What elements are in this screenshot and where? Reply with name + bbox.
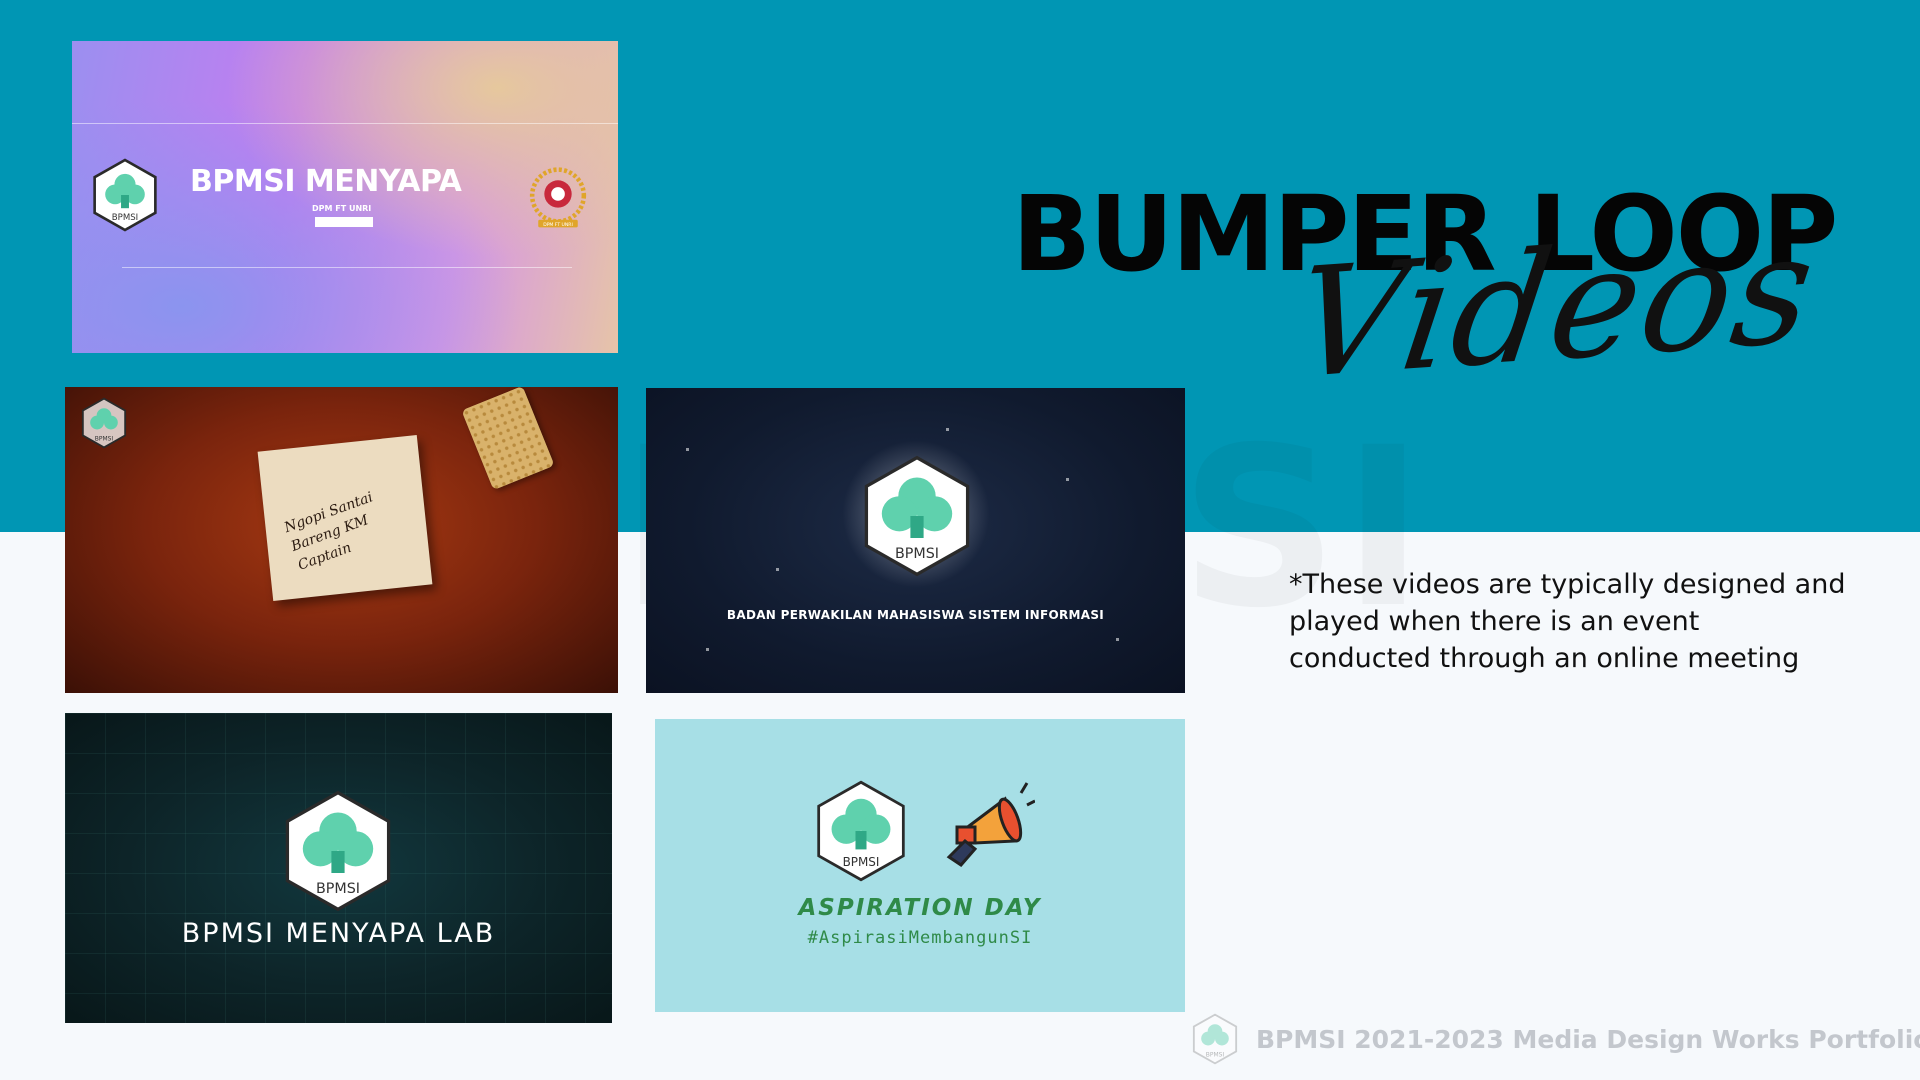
bpmsi-logo-icon: BPMSI <box>815 779 907 883</box>
thumbnail-caption: BADAN PERWAKILAN MAHASISWA SISTEM INFORM… <box>726 608 1105 622</box>
bpmsi-logo-icon: BPMSI <box>92 158 158 232</box>
footer-text: BPMSI 2021-2023 Media Design Works Portf… <box>1256 1024 1920 1054</box>
particle <box>946 428 949 431</box>
bpmsi-logo-icon: BPMSI <box>1192 1013 1238 1065</box>
particle <box>1066 478 1069 481</box>
video-thumbnail-ngopi-santai[interactable]: BPMSI Ngopi Santai Bareng KM Captain <box>65 387 618 693</box>
video-thumbnail-bpmsi-menyapa[interactable]: BPMSI BPMSI MENYAPA DPM FT UNRI DPM FT U… <box>72 41 618 353</box>
particle <box>706 648 709 651</box>
thumbnail-hashtag: #AspirasiMembangunSI <box>807 928 1033 948</box>
cracker-image <box>461 387 555 491</box>
dpm-emblem-icon: DPM FT UNRI <box>520 159 596 235</box>
glitch-line <box>122 267 572 268</box>
thumbnail-title: BPMSI MENYAPA <box>190 164 462 199</box>
svg-text:BPMSI: BPMSI <box>895 546 939 562</box>
particle <box>1116 638 1119 641</box>
video-thumbnail-aspiration-day[interactable]: BPMSI ASPIRATION DAY #AspirasiMembangunS… <box>655 719 1185 1012</box>
svg-text:BPMSI: BPMSI <box>1206 1051 1225 1058</box>
thumbnail-caption: BPMSI MENYAPA LAB <box>181 918 496 949</box>
glitch-line <box>72 123 618 124</box>
svg-text:DPM FT UNRI: DPM FT UNRI <box>543 222 573 228</box>
video-thumbnail-bpmsi-menyapa-lab[interactable]: BPMSI BPMSI MENYAPA LAB <box>65 713 612 1023</box>
video-thumbnail-badan-perwakilan[interactable]: BPMSI BADAN PERWAKILAN MAHASISWA SISTEM … <box>646 388 1185 693</box>
subtitle-bar <box>315 217 373 227</box>
note-paper: Ngopi Santai Bareng KM Captain <box>257 435 433 601</box>
particle <box>686 448 689 451</box>
megaphone-icon <box>935 771 1036 871</box>
bpmsi-logo-icon: BPMSI <box>81 397 127 449</box>
svg-text:BPMSI: BPMSI <box>95 435 114 442</box>
thumbnail-title: ASPIRATION DAY <box>798 895 1042 921</box>
note-text: Ngopi Santai Bareng KM Captain <box>282 472 432 576</box>
svg-text:BPMSI: BPMSI <box>316 881 360 897</box>
svg-text:BPMSI: BPMSI <box>843 855 880 869</box>
particle <box>776 568 779 571</box>
bpmsi-logo-icon: BPMSI <box>283 789 393 913</box>
footer: BPMSI BPMSI 2021-2023 Media Design Works… <box>1192 1010 1920 1068</box>
thumbnail-subtitle: DPM FT UNRI <box>312 204 372 213</box>
description-text: *These videos are typically designed and… <box>1289 569 1846 674</box>
page-subtitle-script: Videos <box>1284 200 1826 414</box>
svg-text:BPMSI: BPMSI <box>112 213 138 223</box>
bpmsi-logo-icon: BPMSI <box>862 454 972 578</box>
